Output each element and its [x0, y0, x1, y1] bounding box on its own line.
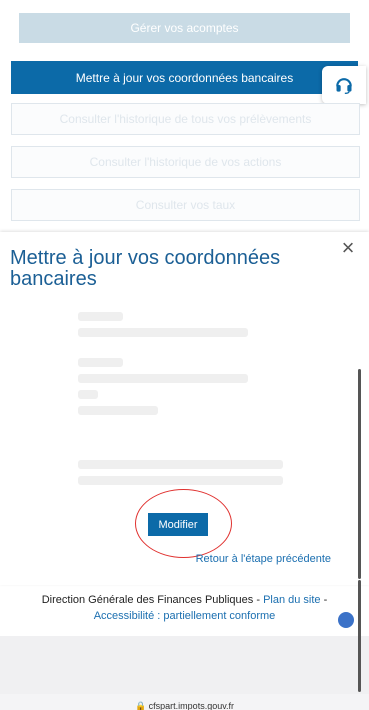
back-link[interactable]: Retour à l'étape précédente	[196, 553, 331, 565]
rates-button[interactable]: Consulter vos taux	[11, 189, 360, 221]
browser-url-bar[interactable]: 🔒 cfspart.impots.gouv.fr	[0, 694, 369, 710]
withdrawal-history-label: Consulter l'historique de tous vos prélè…	[59, 112, 312, 126]
modal-title: Mettre à jour vos coordonnées bancaires	[10, 247, 281, 290]
floating-dot[interactable]	[338, 612, 354, 628]
blurred-label	[78, 312, 123, 321]
blurred-value	[78, 406, 158, 415]
sitemap-link[interactable]: Plan du site	[263, 594, 320, 606]
page: Gérer vos acomptes Mettre à jour vos coo…	[0, 0, 369, 710]
footer-separator: -	[253, 594, 264, 606]
url-text: cfspart.impots.gouv.fr	[148, 701, 235, 710]
action-history-label: Consulter l'historique de vos actions	[89, 155, 282, 169]
blurred-text	[78, 460, 283, 469]
manage-deposits-label: Gérer vos acomptes	[130, 21, 239, 35]
bank-details-block	[78, 312, 298, 422]
update-bank-details-button[interactable]: Mettre à jour vos coordonnées bancaires	[11, 61, 358, 94]
close-icon[interactable]: ×	[339, 237, 357, 259]
modal-scrollbar[interactable]	[358, 369, 361, 579]
blurred-text	[78, 476, 283, 485]
info-note	[78, 460, 298, 492]
footer: Direction Générale des Finances Publique…	[0, 592, 369, 624]
blurred-value	[78, 374, 248, 383]
footer-band	[0, 636, 369, 694]
rates-label: Consulter vos taux	[135, 198, 236, 212]
blurred-label	[78, 358, 123, 367]
withdrawal-history-button[interactable]: Consulter l'historique de tous vos prélè…	[11, 103, 360, 135]
manage-deposits-button[interactable]: Gérer vos acomptes	[19, 13, 350, 43]
headset-icon	[336, 78, 352, 94]
blurred-label	[78, 390, 98, 399]
footer-org: Direction Générale des Finances Publique…	[41, 594, 254, 606]
action-history-button[interactable]: Consulter l'historique de vos actions	[11, 146, 360, 178]
accessibility-link[interactable]: Accessibilité : partiellement conforme	[94, 610, 276, 622]
blurred-value	[78, 328, 248, 337]
lock-icon: 🔒	[134, 701, 147, 710]
highlight-annotation	[135, 489, 232, 558]
update-bank-modal: × Mettre à jour vos coordonnées bancaire…	[0, 232, 369, 585]
help-button[interactable]	[322, 66, 366, 104]
update-bank-details-label: Mettre à jour vos coordonnées bancaires	[75, 70, 294, 85]
footer-separator: -	[320, 594, 328, 606]
page-scrollbar[interactable]	[358, 580, 361, 692]
